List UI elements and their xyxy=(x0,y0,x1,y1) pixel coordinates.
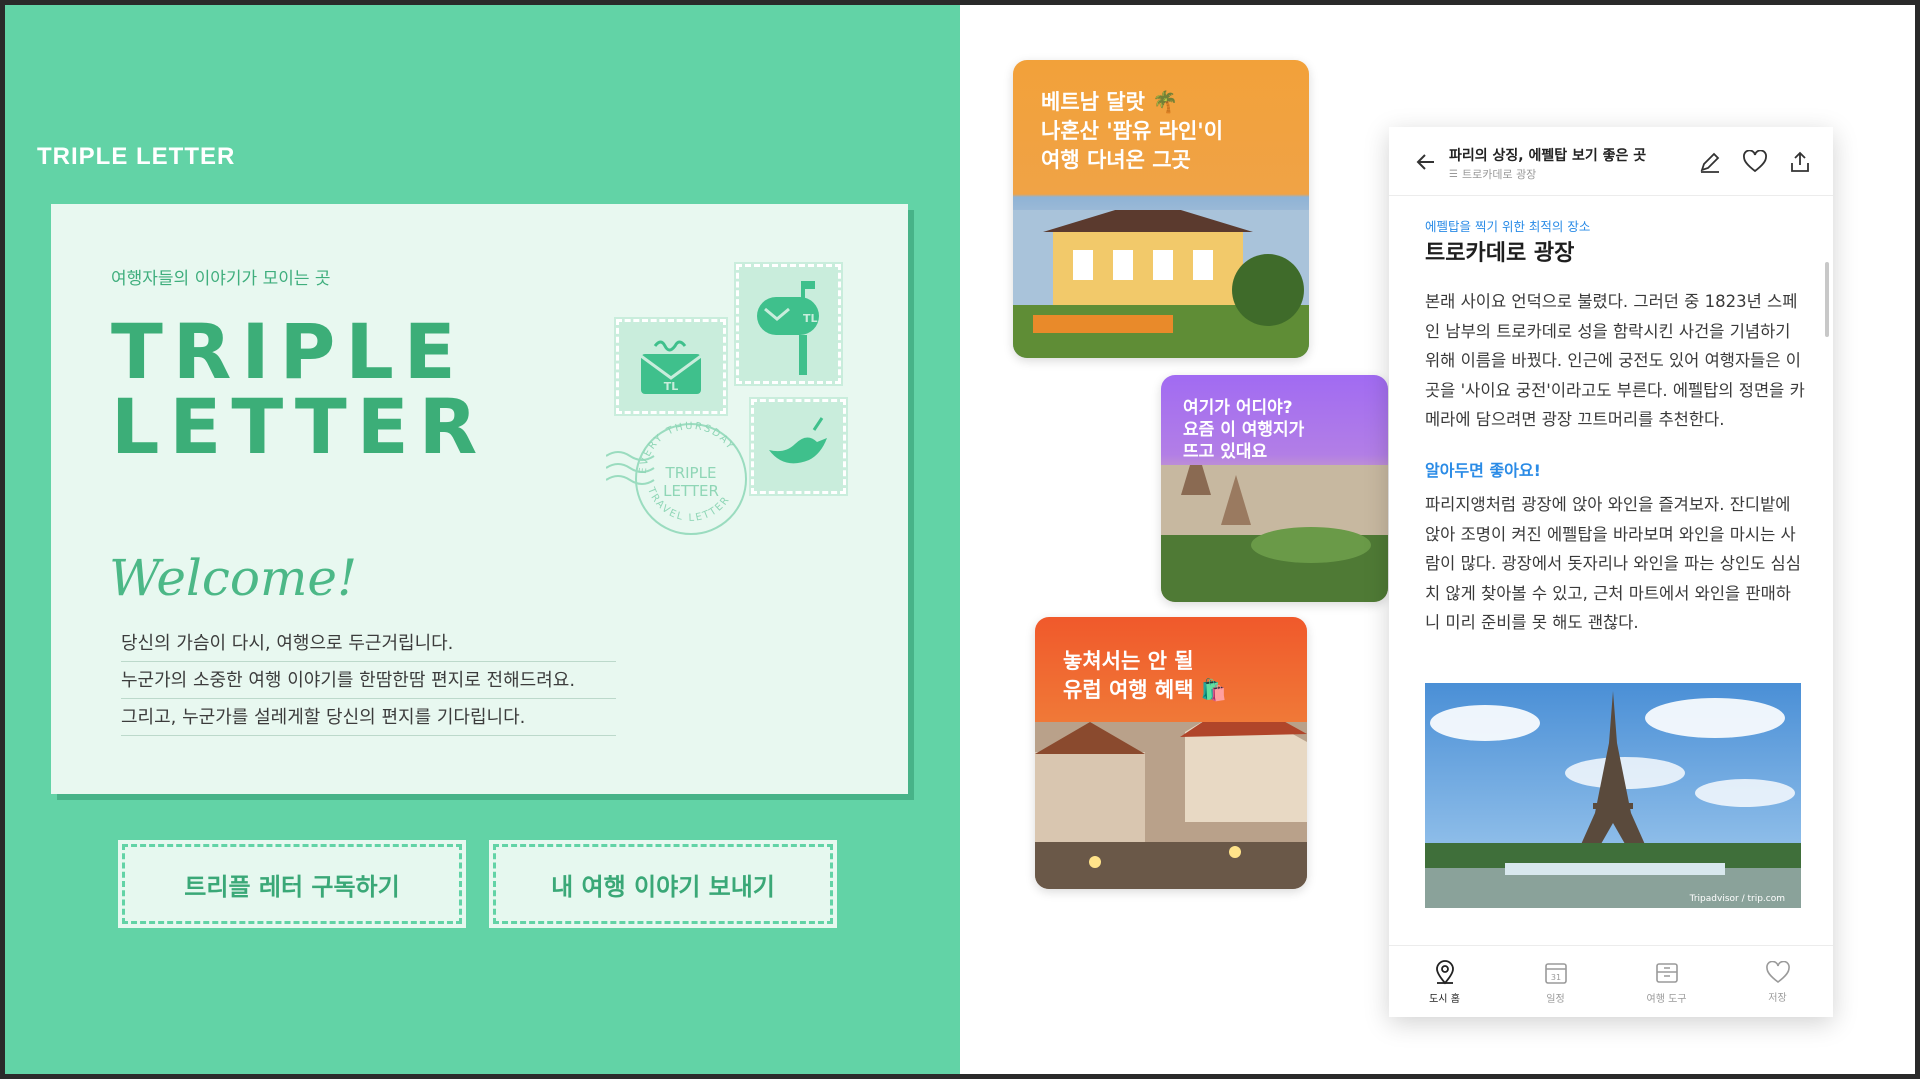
mailbox-icon: TL xyxy=(757,281,819,375)
nav-label: 저장 xyxy=(1768,992,1787,1004)
photo-credit: Tripadvisor / trip.com xyxy=(1689,894,1785,904)
welcome-script: Welcome! xyxy=(109,549,358,607)
pagoda-photo xyxy=(1161,465,1388,602)
nav-saved[interactable]: 저장 xyxy=(1722,946,1833,1017)
stamp-mark: TL xyxy=(803,312,818,325)
eiffel-tower-photo[interactable]: Tripadvisor / trip.com xyxy=(1425,683,1801,908)
mailbox-stamp: TL xyxy=(734,262,843,386)
nav-schedule[interactable]: 31 일정 xyxy=(1500,946,1611,1017)
left-panel: TRIPLE LETTER 여행자들의 이야기가 모이는 곳 TRIPLE LE… xyxy=(0,0,960,1079)
description-paragraph: 본래 사이요 언덕으로 불렸다. 그러던 중 1823년 스페인 남부의 트로카… xyxy=(1425,292,1805,429)
tagline: 여행자들의 이야기가 모이는 곳 xyxy=(111,269,331,289)
bottom-nav: 도시 홈 31 일정 여행 도구 저장 xyxy=(1389,945,1833,1017)
list-icon: ☰ xyxy=(1449,168,1458,180)
title-line-2: LETTER xyxy=(111,382,488,471)
nav-label: 도시 홈 xyxy=(1429,993,1460,1005)
tip-heading: 알아두면 좋아요! xyxy=(1425,461,1541,480)
postmark-center-2: LETTER xyxy=(663,482,719,500)
phone-screen: 파리의 상징, 에펠탑 보기 좋은 곳 ☰ 트로카데로 광장 에펠탑을 찍기 위… xyxy=(1389,127,1833,1017)
title-line-1: TRIPLE xyxy=(111,307,466,396)
calendar-icon: 31 xyxy=(1544,962,1567,984)
tip-paragraph: 파리지앵처럼 광장에 앉아 와인을 즐겨보자. 잔디밭에 앉아 조명이 켜진 에… xyxy=(1425,495,1801,632)
share-icon[interactable] xyxy=(1785,147,1815,177)
header-title: 파리의 상징, 에펠탑 보기 좋은 곳 xyxy=(1449,148,1647,164)
intro-line-1: 당신의 가슴이 다시, 여행으로 두근거립니다. xyxy=(121,629,616,662)
intro-line-3: 그리고, 누군가를 설레게할 당신의 편지를 기다립니다. xyxy=(121,703,616,736)
tools-icon xyxy=(1655,962,1678,983)
heart-icon xyxy=(1765,960,1790,983)
brand-logo[interactable]: TRIPLE LETTER xyxy=(37,143,235,171)
card-mystery-destination[interactable]: 여기가 어디야? 요즘 이 여행지가 뜨고 있대요 xyxy=(1161,375,1388,602)
building-photo xyxy=(1013,210,1309,358)
postmark: EVERY THURSDAY TRAVEL LETTER TRIPLE LETT… xyxy=(606,421,747,535)
card-dalat[interactable]: 베트남 달랏 🌴 나혼산 '팜유 라인'이 여행 다녀온 그곳 xyxy=(1013,60,1309,358)
village-photo xyxy=(1035,722,1307,889)
postmark-center-1: TRIPLE xyxy=(665,464,717,482)
nav-label: 여행 도구 xyxy=(1646,993,1687,1005)
stamp-mark: TL xyxy=(664,380,679,393)
map-pin-icon xyxy=(1435,959,1454,984)
intro-line-2: 누군가의 소중한 여행 이야기를 한땀한땀 편지로 전해드려요. xyxy=(121,666,616,699)
subscribe-button[interactable]: 트리플 레터 구독하기 xyxy=(118,840,466,928)
nav-label: 일정 xyxy=(1546,993,1565,1005)
header-subtitle-row: ☰ 트로카데로 광장 xyxy=(1449,166,1536,182)
nav-travel-tools[interactable]: 여행 도구 xyxy=(1611,946,1722,1017)
place-title: 트로카데로 광장 xyxy=(1425,241,1575,266)
header-subtitle: 트로카데로 광장 xyxy=(1461,168,1537,181)
card-title: 베트남 달랏 🌴 나혼산 '팜유 라인'이 여행 다녀온 그곳 xyxy=(1041,90,1224,172)
like-heart-icon[interactable] xyxy=(1740,147,1770,177)
letter-card: 여행자들의 이야기가 모이는 곳 TRIPLE LETTER TL TL EVE… xyxy=(51,204,908,794)
calendar-badge: 31 xyxy=(1550,973,1560,982)
card-title: 여기가 어디야? 요즘 이 여행지가 뜨고 있대요 xyxy=(1183,398,1305,462)
top-bar: 파리의 상징, 에펠탑 보기 좋은 곳 ☰ 트로카데로 광장 xyxy=(1389,127,1833,196)
scrollbar[interactable] xyxy=(1825,262,1829,337)
back-icon[interactable] xyxy=(1411,147,1441,177)
card-title: 놓쳐서는 안 될 유럽 여행 혜택 🛍️ xyxy=(1063,649,1228,702)
card-europe-benefits[interactable]: 놓쳐서는 안 될 유럽 여행 혜택 🛍️ xyxy=(1035,617,1307,889)
nav-city-home[interactable]: 도시 홈 xyxy=(1389,946,1500,1017)
kicker: 에펠탑을 찍기 위한 최적의 장소 xyxy=(1425,219,1591,234)
edit-icon[interactable] xyxy=(1695,147,1725,177)
send-story-button[interactable]: 내 여행 이야기 보내기 xyxy=(489,840,837,928)
